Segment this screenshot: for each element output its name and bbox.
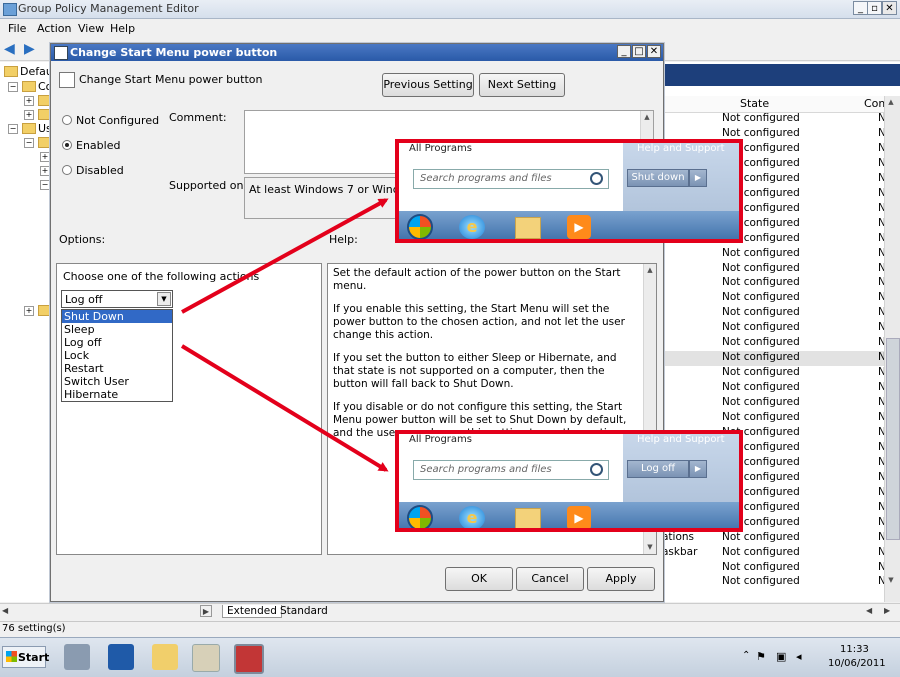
arrow-to-shutdown: [181, 198, 389, 314]
annotation-arrows: [180, 198, 389, 472]
arrow-to-logoff: [180, 344, 389, 472]
